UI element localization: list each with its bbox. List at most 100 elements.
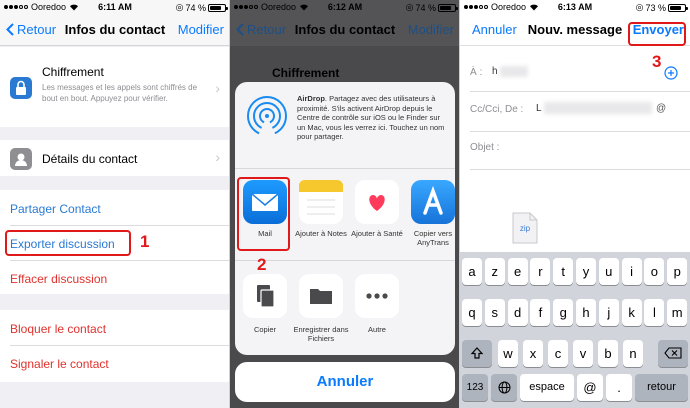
- numbers-key[interactable]: 123: [462, 374, 488, 401]
- background-title: Chiffrement: [272, 66, 340, 80]
- battery-icon: [438, 3, 458, 12]
- anytrans-icon: [423, 185, 443, 215]
- key-s[interactable]: s: [484, 299, 505, 326]
- contact-card-icon: [10, 148, 32, 170]
- highlight-box: [237, 177, 290, 251]
- key-p[interactable]: p: [667, 258, 688, 285]
- key-k[interactable]: k: [621, 299, 642, 326]
- space-key[interactable]: espace: [520, 374, 574, 401]
- redacted-sender: [544, 102, 652, 114]
- navigation-bar: Retour Infos du contact Modifier: [0, 14, 230, 46]
- key-n[interactable]: n: [623, 340, 643, 367]
- key-b[interactable]: b: [598, 340, 618, 367]
- notes-app-button[interactable]: [299, 180, 343, 224]
- key-f[interactable]: f: [530, 299, 551, 326]
- key-e[interactable]: e: [507, 258, 528, 285]
- backspace-icon: [664, 347, 682, 359]
- compose-mail-screen: Ooredoo 6:13 AM ◎ 73 % Annuler Nouv. mess…: [460, 0, 690, 408]
- save-to-files-button[interactable]: [299, 274, 343, 318]
- key-u[interactable]: u: [598, 258, 619, 285]
- airdrop-icon: [245, 94, 289, 138]
- copy-action-button[interactable]: [243, 274, 287, 318]
- battery-percent: 74 %: [415, 2, 436, 13]
- contact-details-row[interactable]: Détails du contact ›: [0, 140, 230, 176]
- notes-icon: [299, 180, 343, 215]
- key-r[interactable]: r: [530, 258, 551, 285]
- key-a[interactable]: a: [462, 258, 482, 285]
- key-d[interactable]: d: [507, 299, 528, 326]
- key-i[interactable]: i: [621, 258, 642, 285]
- step-number: 3: [652, 52, 662, 71]
- clear-chat-button[interactable]: Effacer discussion: [10, 272, 107, 286]
- lock-rotation-icon: ◎: [405, 2, 414, 12]
- shift-icon: [470, 347, 484, 359]
- battery-icon: [668, 3, 688, 12]
- share-contact-button[interactable]: Partager Contact: [10, 202, 101, 216]
- key-y[interactable]: y: [576, 258, 596, 285]
- key-w[interactable]: w: [498, 340, 518, 367]
- key-t[interactable]: t: [553, 258, 574, 285]
- subject-field[interactable]: Objet :: [470, 132, 690, 170]
- folder-icon: [310, 289, 332, 304]
- battery-icon: [208, 3, 228, 12]
- block-contact-button[interactable]: Bloquer le contact: [10, 322, 106, 336]
- step-number: 2: [257, 255, 267, 274]
- key-q[interactable]: q: [462, 299, 482, 326]
- status-bar: Ooredoo 6:11 AM ◎ 74 %: [0, 0, 230, 14]
- key-g[interactable]: g: [553, 299, 574, 326]
- anytrans-app-button[interactable]: [411, 180, 455, 224]
- airdrop-description: AirDrop. Partagez avec des utilisateurs …: [297, 94, 445, 141]
- status-bar: Ooredoo 6:12 AM ◎ 74 %: [230, 0, 460, 14]
- notes-app-label: Ajouter à Notes: [295, 229, 347, 238]
- dot-key[interactable]: .: [606, 374, 632, 401]
- at-key[interactable]: @: [577, 374, 603, 401]
- save-to-files-label: Enregistrer dans Fichiers: [293, 325, 349, 343]
- anytrans-app-label: Copier vers AnyTrans: [413, 229, 453, 247]
- copy-action-label: Copier: [253, 325, 277, 334]
- add-contact-icon[interactable]: [664, 66, 678, 80]
- subject-label: Objet :: [470, 142, 500, 153]
- health-app-button[interactable]: [355, 180, 399, 224]
- navigation-bar: Retour Infos du contact Modifier: [230, 14, 460, 46]
- cc-from-field[interactable]: Cc/Cci, De : L @: [470, 92, 690, 132]
- key-o[interactable]: o: [644, 258, 665, 285]
- zip-attachment-icon[interactable]: zip: [512, 212, 538, 244]
- edit-button[interactable]: Modifier: [408, 22, 454, 37]
- key-h[interactable]: h: [576, 299, 596, 326]
- key-j[interactable]: j: [598, 299, 619, 326]
- at-sign: @: [656, 103, 667, 114]
- to-value: h: [492, 66, 498, 77]
- cc-label: Cc/Cci, De :: [470, 104, 524, 115]
- more-action-button[interactable]: [355, 274, 399, 318]
- report-contact-button[interactable]: Signaler le contact: [10, 357, 109, 371]
- highlight-box: [628, 22, 686, 46]
- health-app-label: Ajouter à Santé: [351, 229, 403, 238]
- contact-info-screen: Ooredoo 6:11 AM ◎ 74 % Retour Infos du co…: [0, 0, 230, 408]
- key-c[interactable]: c: [548, 340, 568, 367]
- return-key[interactable]: retour: [635, 374, 688, 401]
- lock-rotation-icon: ◎: [175, 2, 184, 12]
- encryption-row[interactable]: Chiffrement Les messages et les appels s…: [0, 47, 230, 127]
- heart-icon: [369, 195, 385, 211]
- key-x[interactable]: x: [523, 340, 543, 367]
- edit-button[interactable]: Modifier: [178, 22, 224, 37]
- cancel-button[interactable]: Annuler: [235, 362, 455, 402]
- shift-key[interactable]: [462, 340, 492, 367]
- status-bar: Ooredoo 6:13 AM ◎ 73 %: [460, 0, 690, 14]
- globe-key[interactable]: [491, 374, 517, 401]
- more-action-label: Autre: [368, 325, 386, 334]
- encryption-description: Les messages et les appels sont chiffrés…: [42, 83, 198, 103]
- step-number: 1: [140, 232, 150, 251]
- redacted-recipient: [500, 66, 528, 77]
- key-z[interactable]: z: [484, 258, 505, 285]
- attachment-type: zip: [519, 224, 531, 233]
- key-m[interactable]: m: [667, 299, 688, 326]
- highlight-box: [5, 230, 131, 256]
- lock-icon: [10, 77, 32, 99]
- key-l[interactable]: l: [644, 299, 665, 326]
- key-v[interactable]: v: [573, 340, 593, 367]
- backspace-key[interactable]: [658, 340, 688, 367]
- contact-details-label: Détails du contact: [42, 152, 138, 166]
- lock-rotation-icon: ◎: [635, 2, 644, 12]
- contact-moderation-group: Bloquer le contact Signaler le contact: [0, 310, 230, 382]
